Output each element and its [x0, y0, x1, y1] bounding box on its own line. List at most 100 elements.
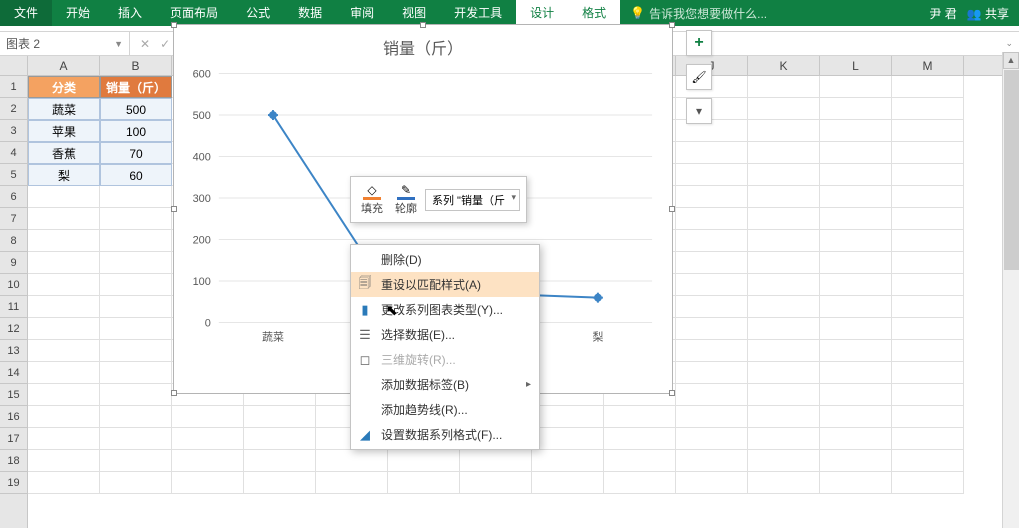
cell[interactable]: [676, 186, 748, 208]
cell[interactable]: [316, 450, 388, 472]
tab-view[interactable]: 视图: [388, 0, 440, 26]
row-header[interactable]: 11: [0, 296, 27, 318]
cell[interactable]: [892, 472, 964, 494]
cell[interactable]: [748, 274, 820, 296]
resize-handle[interactable]: [669, 390, 675, 396]
cell[interactable]: [100, 428, 172, 450]
cell[interactable]: [748, 428, 820, 450]
row-header[interactable]: 12: [0, 318, 27, 340]
cell[interactable]: [892, 274, 964, 296]
cell[interactable]: [820, 318, 892, 340]
scrollbar-thumb[interactable]: [1004, 70, 1019, 270]
cell[interactable]: [892, 296, 964, 318]
vertical-scrollbar[interactable]: ▲: [1002, 52, 1019, 528]
tell-me-search[interactable]: 💡 告诉我您想要做什么...: [630, 5, 767, 22]
series-selector-dropdown[interactable]: 系列 "销量（斤: [425, 189, 520, 211]
cell[interactable]: 100: [100, 120, 172, 142]
cell[interactable]: [28, 186, 100, 208]
row-header[interactable]: 17: [0, 428, 27, 450]
name-box[interactable]: 图表 2 ▼: [0, 32, 130, 55]
ctx-delete[interactable]: 删除(D): [351, 247, 539, 272]
cell[interactable]: [820, 296, 892, 318]
cell[interactable]: 苹果: [28, 120, 100, 142]
cell[interactable]: [676, 362, 748, 384]
cell[interactable]: [748, 384, 820, 406]
cell[interactable]: [820, 164, 892, 186]
cell[interactable]: [676, 472, 748, 494]
ctx-add-data-label[interactable]: 添加数据标签(B)▸: [351, 372, 539, 397]
cell[interactable]: [748, 142, 820, 164]
cell[interactable]: [820, 98, 892, 120]
resize-handle[interactable]: [669, 22, 675, 28]
cell[interactable]: [100, 186, 172, 208]
cell[interactable]: [604, 472, 676, 494]
cell[interactable]: [892, 76, 964, 98]
cell[interactable]: [676, 450, 748, 472]
tab-insert[interactable]: 插入: [104, 0, 156, 26]
cell[interactable]: 60: [100, 164, 172, 186]
cell[interactable]: [820, 120, 892, 142]
cell[interactable]: [892, 362, 964, 384]
cell[interactable]: [748, 208, 820, 230]
row-header[interactable]: 5: [0, 164, 27, 186]
cell[interactable]: [28, 428, 100, 450]
cell[interactable]: [892, 120, 964, 142]
share-button[interactable]: 👥 共享: [967, 5, 1009, 22]
tab-design[interactable]: 设计: [516, 0, 568, 26]
cell[interactable]: [748, 186, 820, 208]
cell[interactable]: [28, 362, 100, 384]
cell[interactable]: [532, 428, 604, 450]
cell[interactable]: [676, 208, 748, 230]
cell[interactable]: [604, 450, 676, 472]
cell[interactable]: [820, 274, 892, 296]
cell[interactable]: [676, 142, 748, 164]
cell[interactable]: [748, 230, 820, 252]
confirm-icon[interactable]: ✓: [160, 37, 170, 51]
column-header[interactable]: B: [100, 56, 172, 75]
cell[interactable]: [676, 340, 748, 362]
cell[interactable]: [748, 164, 820, 186]
cell[interactable]: [460, 472, 532, 494]
cell[interactable]: [28, 472, 100, 494]
cell[interactable]: [100, 296, 172, 318]
cell[interactable]: [892, 340, 964, 362]
cell[interactable]: [676, 318, 748, 340]
cell[interactable]: [748, 252, 820, 274]
cell[interactable]: [820, 142, 892, 164]
row-header[interactable]: 10: [0, 274, 27, 296]
row-header[interactable]: 13: [0, 340, 27, 362]
row-header[interactable]: 9: [0, 252, 27, 274]
cell[interactable]: [892, 164, 964, 186]
cell[interactable]: [676, 230, 748, 252]
row-header[interactable]: 18: [0, 450, 27, 472]
ctx-format-series[interactable]: ◢设置数据系列格式(F)...: [351, 422, 539, 447]
cell[interactable]: [748, 450, 820, 472]
cell[interactable]: 梨: [28, 164, 100, 186]
cell[interactable]: [820, 384, 892, 406]
fill-button[interactable]: ◇ 填充: [357, 181, 387, 218]
cell[interactable]: [892, 428, 964, 450]
cell[interactable]: [748, 472, 820, 494]
cell[interactable]: [892, 98, 964, 120]
cell[interactable]: [748, 406, 820, 428]
cell[interactable]: [748, 340, 820, 362]
column-header[interactable]: K: [748, 56, 820, 75]
tab-dev[interactable]: 开发工具: [440, 0, 516, 26]
row-header[interactable]: 14: [0, 362, 27, 384]
cell[interactable]: 分类: [28, 76, 100, 98]
row-header[interactable]: 1: [0, 76, 27, 98]
row-header[interactable]: 7: [0, 208, 27, 230]
cell[interactable]: [28, 406, 100, 428]
resize-handle[interactable]: [171, 390, 177, 396]
cell[interactable]: [28, 252, 100, 274]
tab-home[interactable]: 开始: [52, 0, 104, 26]
cell[interactable]: [316, 472, 388, 494]
cell[interactable]: [892, 208, 964, 230]
row-header[interactable]: 16: [0, 406, 27, 428]
row-header[interactable]: 6: [0, 186, 27, 208]
cell[interactable]: [100, 318, 172, 340]
chart-styles-button[interactable]: 🖌: [686, 64, 712, 90]
ctx-reset-match-style[interactable]: 🗐重设以匹配样式(A): [351, 272, 539, 297]
cell[interactable]: [892, 252, 964, 274]
row-header[interactable]: 19: [0, 472, 27, 494]
